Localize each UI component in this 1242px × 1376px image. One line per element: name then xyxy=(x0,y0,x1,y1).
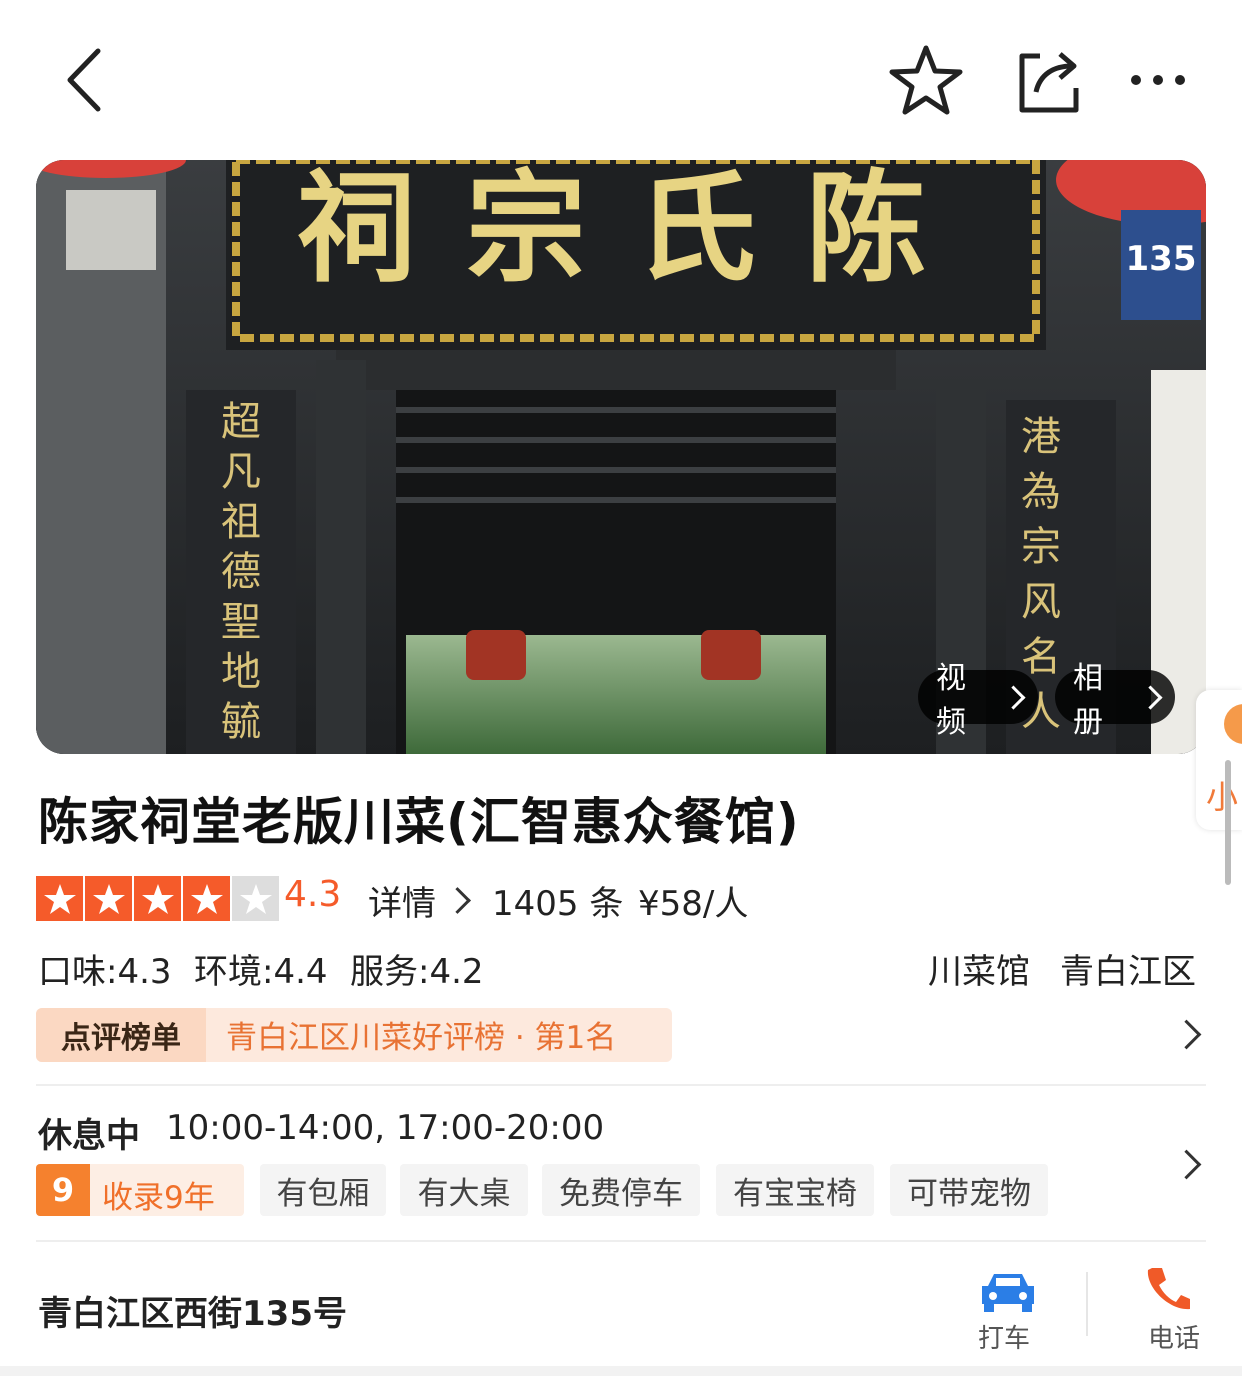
ranking-chevron-icon[interactable] xyxy=(1171,1019,1202,1050)
album-button[interactable]: 相册 xyxy=(1055,661,1175,740)
call-button[interactable]: 电话 xyxy=(1124,1262,1210,1354)
back-button[interactable] xyxy=(50,40,120,120)
back-arrow-icon xyxy=(67,48,101,112)
tag-free-parking: 免费停车 xyxy=(542,1164,700,1216)
svg-text:德: 德 xyxy=(221,549,261,595)
float-tab-circle-icon xyxy=(1224,704,1242,744)
rating-details-link[interactable]: 详情 xyxy=(368,876,471,925)
divider xyxy=(36,1084,1206,1086)
tag-pets-allowed: 可带宠物 xyxy=(890,1164,1048,1216)
shop-address[interactable]: 青白江区西街135号 xyxy=(38,1286,347,1335)
shop-district: 青白江区 xyxy=(1060,952,1196,992)
chevron-right-icon xyxy=(444,887,471,914)
years-badge: 9 收录9年 xyxy=(36,1164,244,1216)
years-badge-number: 9 xyxy=(36,1164,90,1216)
album-label: 相册 xyxy=(1073,661,1103,740)
share-icon xyxy=(1019,52,1079,113)
shop-category: 川菜馆 xyxy=(928,952,1030,992)
phone-icon xyxy=(1147,1268,1190,1310)
star-icon xyxy=(889,45,963,115)
svg-text:祖: 祖 xyxy=(221,499,261,545)
environment-score: 环境:4.4 xyxy=(194,952,328,992)
scrollbar[interactable] xyxy=(1225,760,1231,885)
taxi-button[interactable]: 打车 xyxy=(964,1262,1050,1354)
shop-photo[interactable]: 祠宗氏陈 超凡祖 德聖地毓 港為宗 风名人 135 xyxy=(36,160,1206,754)
star-icon xyxy=(181,876,230,921)
video-label: 视频 xyxy=(936,661,966,740)
tag-big-table: 有大桌 xyxy=(400,1164,528,1216)
share-button[interactable] xyxy=(1008,40,1088,120)
svg-text:地: 地 xyxy=(221,649,261,695)
taste-score: 口味:4.3 xyxy=(38,952,172,992)
tag-baby-chair: 有宝宝椅 xyxy=(716,1164,874,1216)
star-icon xyxy=(36,876,83,921)
ranking-text: 青白江区川菜好评榜 · 第1名 xyxy=(226,1020,617,1056)
video-button[interactable]: 视频 xyxy=(918,661,1038,740)
float-tab-label: 小 xyxy=(1206,778,1239,816)
car-icon xyxy=(982,1274,1034,1312)
floating-side-tab[interactable]: 小 xyxy=(1196,690,1242,830)
favorite-button[interactable] xyxy=(886,40,966,120)
svg-text:聖: 聖 xyxy=(221,599,261,645)
review-count: 1405 条 xyxy=(492,884,624,924)
bottom-fade xyxy=(0,1366,1242,1376)
ancestral-hall-gate-image: 祠宗氏陈 超凡祖 德聖地毓 港為宗 风名人 135 xyxy=(36,160,1206,754)
hours-chevron-icon[interactable] xyxy=(1171,1149,1202,1180)
svg-text:宗: 宗 xyxy=(1021,524,1061,570)
svg-text:毓: 毓 xyxy=(221,699,261,745)
house-number-text: 135 xyxy=(1126,239,1197,279)
years-badge-text: 收录9年 xyxy=(102,1180,215,1216)
ranking-label: 点评榜单 xyxy=(36,1008,206,1062)
avg-price: ¥58/人 xyxy=(638,884,749,924)
details-label: 详情 xyxy=(368,884,436,924)
svg-text:超: 超 xyxy=(221,399,261,445)
call-label: 电话 xyxy=(1148,1324,1201,1354)
hours-status: 休息中 xyxy=(38,1116,140,1156)
service-score: 服务:4.2 xyxy=(350,952,484,992)
svg-text:名: 名 xyxy=(1021,634,1061,680)
svg-text:為: 為 xyxy=(1021,469,1061,515)
top-bar xyxy=(0,0,1242,150)
rating-score: 4.3 xyxy=(284,874,342,915)
shop-name: 陈家祠堂老版川菜(汇智惠众餐馆) xyxy=(38,793,800,851)
svg-text:风: 风 xyxy=(1021,579,1061,625)
taxi-label: 打车 xyxy=(978,1324,1031,1354)
plaque-text: 祠宗氏陈 xyxy=(296,160,976,299)
divider xyxy=(36,1240,1206,1242)
chevron-right-icon xyxy=(1138,685,1163,709)
more-icon xyxy=(1131,75,1185,85)
rating-stars xyxy=(36,876,279,921)
star-icon xyxy=(132,876,181,921)
star-icon xyxy=(83,876,132,921)
svg-text:凡: 凡 xyxy=(221,449,261,495)
star-empty-icon xyxy=(230,876,279,921)
tag-private-room: 有包厢 xyxy=(260,1164,386,1216)
action-separator xyxy=(1086,1272,1088,1336)
chevron-right-icon xyxy=(1001,685,1026,709)
business-hours: 10:00-14:00, 17:00-20:00 xyxy=(166,1108,605,1148)
svg-text:港: 港 xyxy=(1021,414,1061,460)
more-button[interactable] xyxy=(1120,50,1196,110)
